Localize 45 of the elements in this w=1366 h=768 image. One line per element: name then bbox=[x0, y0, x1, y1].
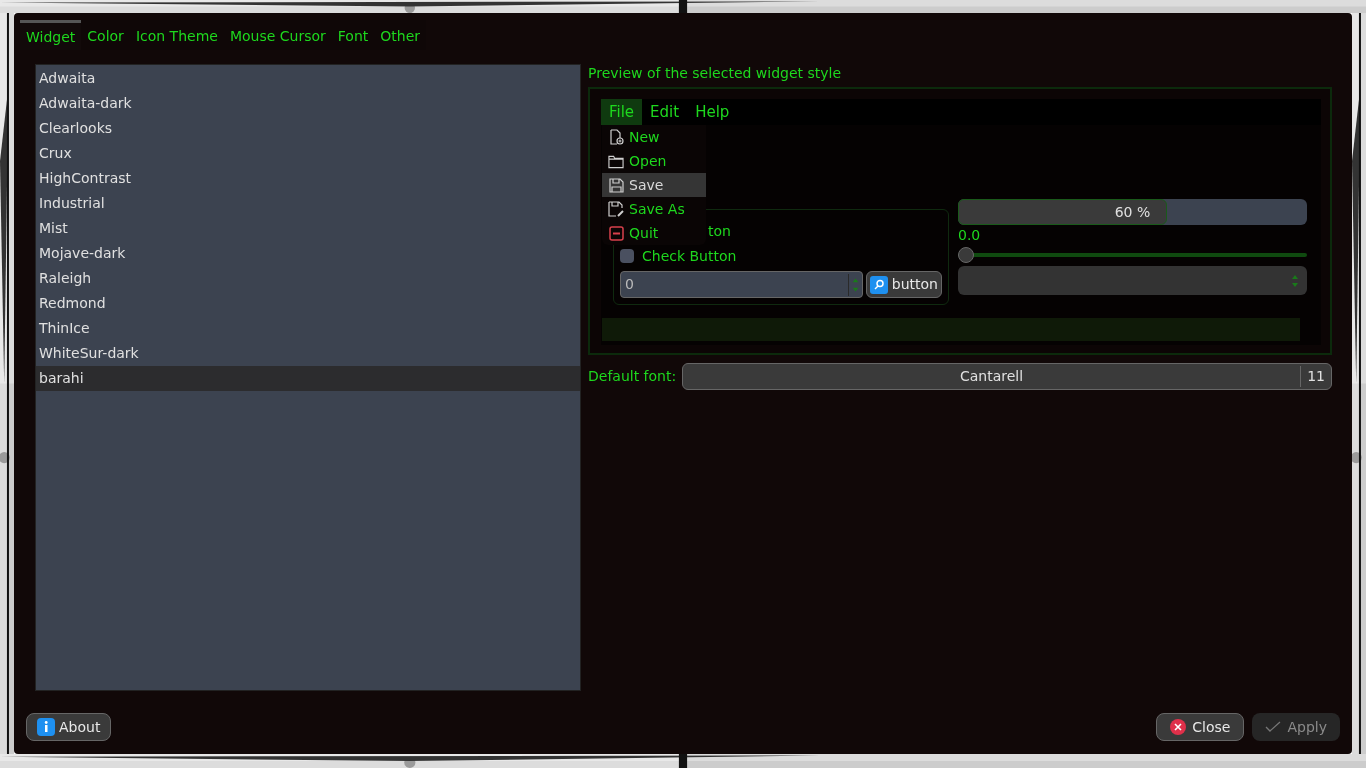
theme-list-item[interactable]: Industrial bbox=[36, 191, 580, 216]
theme-list-item[interactable]: Crux bbox=[36, 141, 580, 166]
theme-list-item[interactable]: HighContrast bbox=[36, 166, 580, 191]
slider[interactable] bbox=[958, 245, 1307, 265]
checkbox[interactable] bbox=[620, 249, 634, 263]
menu-item[interactable]: Quit bbox=[602, 221, 706, 245]
theme-list-item[interactable]: ThinIce bbox=[36, 316, 580, 341]
menu-bar-item[interactable]: File bbox=[601, 99, 643, 125]
theme-list-item[interactable]: Adwaita bbox=[36, 66, 580, 91]
menu-item[interactable]: Save bbox=[602, 173, 706, 197]
theme-list-item[interactable]: barahi bbox=[36, 366, 580, 391]
slider-value: 0.0 bbox=[958, 226, 982, 245]
close-icon bbox=[1170, 719, 1187, 735]
new-file-icon bbox=[608, 129, 624, 145]
theme-list-item[interactable]: Mojave-dark bbox=[36, 241, 580, 266]
menu-item[interactable]: New bbox=[602, 125, 706, 149]
close-button[interactable]: Close bbox=[1156, 713, 1245, 741]
menu-bar-item[interactable]: Edit bbox=[642, 99, 688, 125]
search-button[interactable]: button bbox=[865, 271, 942, 298]
menu-item[interactable]: Save As bbox=[602, 197, 706, 221]
menu-bar-item[interactable]: Help bbox=[687, 99, 738, 125]
theme-list-item[interactable]: WhiteSur-dark bbox=[36, 341, 580, 366]
preview-title: Preview of the selected widget style bbox=[588, 64, 843, 83]
checkbox-label: Check Button bbox=[642, 246, 737, 266]
menu-item[interactable]: Open bbox=[602, 149, 706, 173]
theme-list-item[interactable]: Mist bbox=[36, 216, 580, 241]
default-font-label: Default font: bbox=[588, 367, 678, 386]
theme-list-item[interactable]: Clearlooks bbox=[36, 116, 580, 141]
radio-button-label: ton bbox=[708, 222, 731, 241]
checkmark-icon bbox=[1265, 721, 1282, 733]
slider-handle[interactable] bbox=[958, 247, 974, 263]
theme-list-item[interactable]: Redmond bbox=[36, 291, 580, 316]
minus-box-icon bbox=[608, 225, 624, 241]
search-icon bbox=[869, 275, 888, 294]
theme-list-item[interactable]: Adwaita-dark bbox=[36, 91, 580, 116]
folder-icon bbox=[608, 153, 624, 169]
combo-field[interactable] bbox=[958, 266, 1307, 295]
theme-list-item[interactable]: Raleigh bbox=[36, 266, 580, 291]
font-button[interactable]: Cantarell 11 bbox=[682, 363, 1332, 390]
floppy-disk-pencil-icon bbox=[608, 201, 624, 217]
progress-reading: 60 % bbox=[1113, 202, 1152, 222]
info-icon bbox=[37, 718, 55, 736]
spin-field[interactable]: 0 bbox=[620, 271, 863, 298]
spin-value: 0 bbox=[624, 275, 635, 294]
about-button[interactable]: About bbox=[26, 713, 112, 741]
